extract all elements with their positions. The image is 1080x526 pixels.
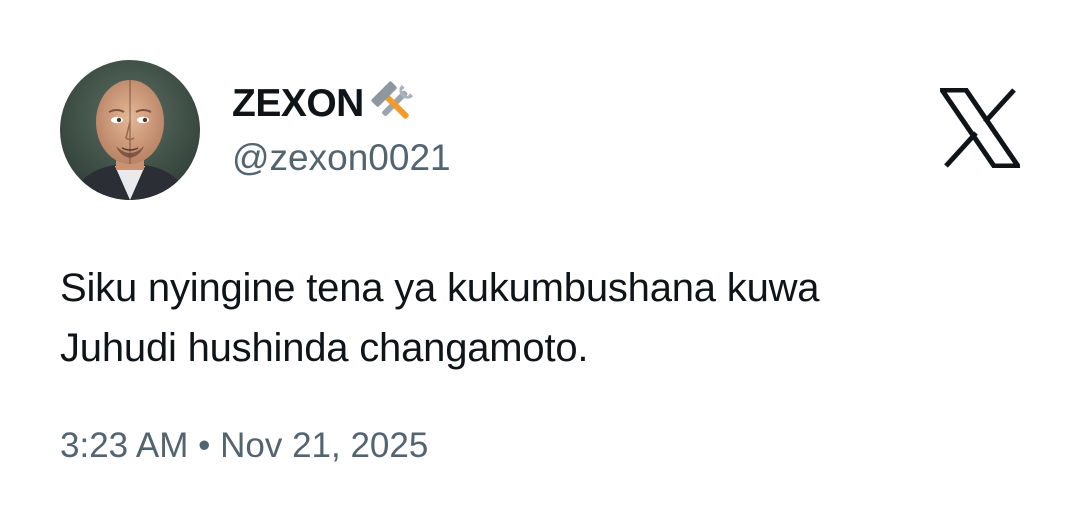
x-logo-icon[interactable] (937, 87, 1023, 169)
author-handle[interactable]: @zexon0021 (232, 136, 451, 180)
author-name-row: ZEXON (232, 80, 420, 128)
tweet-line: Juhudi hushinda changamoto. (60, 326, 589, 370)
hammer-and-wrench-icon (368, 81, 420, 127)
avatar-photo (60, 60, 200, 200)
avatar[interactable] (60, 60, 200, 200)
tweet-card: ZEXON @zexon0021 Siku nyingine tena ya k… (0, 0, 1080, 526)
tweet-timestamp[interactable]: 3:23 AM • Nov 21, 2025 (60, 424, 428, 468)
tweet-line: Siku nyingine tena ya kukumbushana kuwa (60, 266, 820, 310)
display-name[interactable]: ZEXON (232, 80, 364, 128)
tweet-text: Siku nyingine tena ya kukumbushana kuwa … (60, 258, 1020, 378)
